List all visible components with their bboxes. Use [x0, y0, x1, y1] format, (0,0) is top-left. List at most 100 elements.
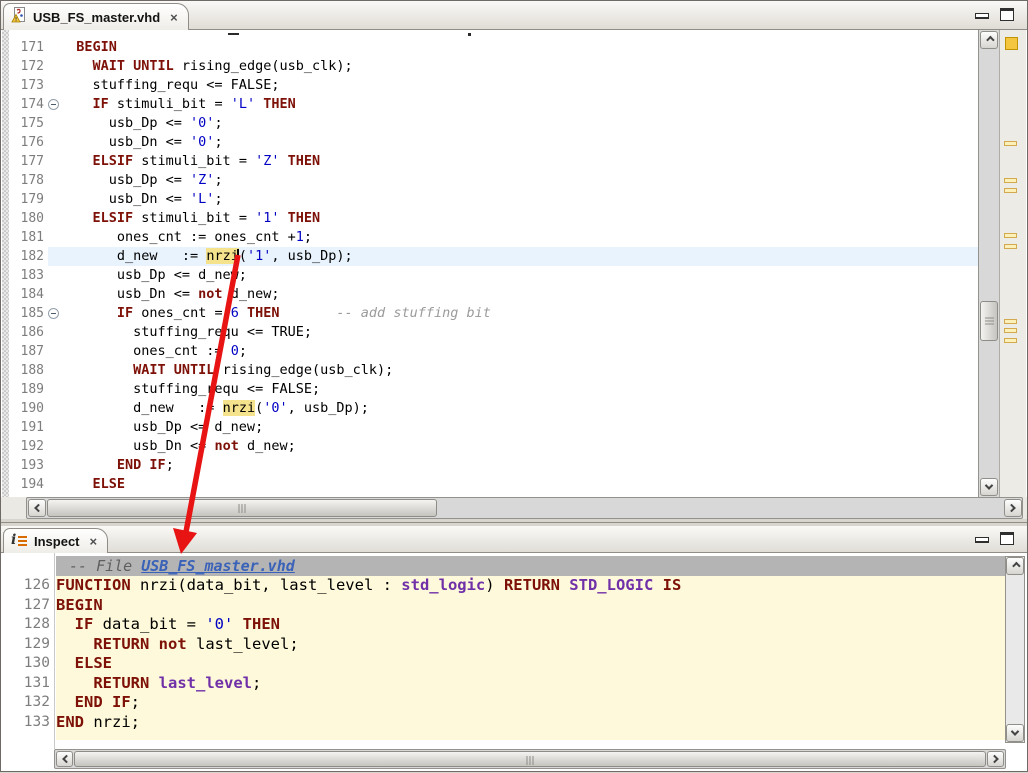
code-line[interactable]: usb_Dp <= 'Z'; — [60, 171, 223, 190]
thumb-grip — [527, 756, 534, 765]
occurrence-marker[interactable] — [1004, 141, 1017, 146]
inspect-minimize-button[interactable] — [975, 537, 989, 543]
code-viewport[interactable]: BEGIN WAIT UNTIL rising_edge(usb_clk); s… — [60, 30, 978, 497]
code-line[interactable]: IF stimuli_bit = 'L' THEN — [60, 95, 296, 114]
editor-pane: USB_FS_master.vhd × 17117217317417517617… — [1, 1, 1027, 523]
inspect-hscroll-thumb[interactable] — [74, 751, 986, 767]
inspect-pane: i Inspect × 126127128129130131132133 -- … — [1, 526, 1027, 771]
scroll-up-button[interactable] — [980, 31, 998, 49]
code-line[interactable]: usb_Dn <= not d_new; — [60, 285, 279, 304]
thumb-grip — [239, 504, 246, 513]
code-line[interactable]: BEGIN — [60, 38, 117, 57]
line-number: 126 — [24, 576, 50, 596]
line-number: 133 — [24, 713, 50, 733]
inspect-tab-title: Inspect — [34, 534, 80, 549]
occurrence-marker[interactable] — [1004, 178, 1017, 183]
editor-maximize-button[interactable] — [1000, 8, 1014, 21]
code-line[interactable]: WAIT UNTIL rising_edge(usb_clk); — [60, 57, 353, 76]
inspect-code-line: RETURN not last_level; — [56, 635, 299, 655]
inspect-tab-close-icon[interactable]: × — [90, 535, 98, 548]
code-line[interactable]: ELSIF stimuli_bit = '1' THEN — [60, 209, 320, 228]
chevron-right-icon — [990, 755, 998, 763]
editor-horizontal-scrollbar[interactable] — [1, 497, 1027, 519]
occurrence-highlight: nrzi — [206, 248, 239, 264]
editor-vertical-scrollbar[interactable] — [978, 30, 1000, 497]
occurrence-marker[interactable] — [1004, 319, 1017, 324]
inspect-content: 126127128129130131132133 -- File USB_FS_… — [1, 553, 1027, 770]
editor-tab-close-icon[interactable]: × — [170, 11, 178, 24]
inspect-view-icon: i — [11, 534, 28, 548]
code-line[interactable]: usb_Dp <= '0'; — [60, 114, 223, 133]
inspect-horizontal-scrollbar[interactable] — [1, 749, 1027, 771]
scroll-up-button[interactable] — [1006, 557, 1024, 575]
code-line[interactable]: d_new := nrzi('1', usb_Dp); — [60, 247, 353, 266]
scroll-left-button[interactable] — [56, 751, 73, 767]
inspect-code-line: IF data_bit = '0' THEN — [56, 615, 280, 635]
vhdl-file-warning-icon — [11, 7, 27, 28]
code-line[interactable]: stuffing_requ <= FALSE; — [60, 380, 320, 399]
overview-ruler[interactable] — [999, 30, 1026, 497]
occurrence-marker[interactable] — [1004, 188, 1017, 193]
inspect-tab[interactable]: i Inspect × — [3, 528, 108, 553]
scroll-left-button[interactable] — [28, 499, 46, 517]
inspect-tabstrip: i Inspect × — [1, 526, 1027, 553]
editor-tab-title: USB_FS_master.vhd — [33, 10, 160, 25]
inspect-code-line: RETURN last_level; — [56, 674, 261, 694]
inspect-code-line: BEGIN — [56, 596, 103, 616]
clipped-line-fragment — [468, 33, 471, 36]
chevron-left-icon — [62, 755, 70, 763]
overview-ruler-header — [1005, 37, 1018, 50]
code-line[interactable]: ones_cnt := 0; — [60, 342, 247, 361]
code-line[interactable]: END IF; — [60, 456, 174, 475]
code-line[interactable]: stuffing_requ <= FALSE; — [60, 76, 279, 95]
code-line[interactable]: usb_Dn <= '0'; — [60, 133, 223, 152]
code-line[interactable]: usb_Dn <= not d_new; — [60, 437, 296, 456]
editor-hscroll-thumb[interactable] — [47, 499, 437, 517]
chevron-up-icon — [986, 36, 994, 44]
chevron-right-icon — [1007, 504, 1015, 512]
code-line[interactable]: stuffing_requ <= TRUE; — [60, 323, 312, 342]
code-line[interactable]: d_new := nrzi('0', usb_Dp); — [60, 399, 369, 418]
editor-tab-usb-fs-master[interactable]: USB_FS_master.vhd × — [3, 3, 189, 30]
fold-collapse-icon[interactable] — [48, 99, 59, 110]
occurrence-highlight: nrzi — [223, 400, 256, 416]
inspect-maximize-button[interactable] — [1000, 532, 1014, 545]
occurrence-marker[interactable] — [1004, 328, 1017, 333]
application-window: USB_FS_master.vhd × 17117217317417517617… — [0, 0, 1028, 772]
line-number: 129 — [24, 635, 50, 655]
inspect-line-number-ruler: 126127128129130131132133 — [1, 553, 55, 769]
editor-tabstrip: USB_FS_master.vhd × — [1, 1, 1027, 30]
clipped-line-fragment — [228, 33, 239, 35]
editor-minimize-button[interactable] — [975, 13, 989, 19]
occurrence-marker[interactable] — [1004, 233, 1017, 238]
code-line[interactable]: usb_Dn <= 'L'; — [60, 190, 223, 209]
chevron-down-icon — [1011, 727, 1019, 735]
code-line[interactable]: usb_Dp <= d_new; — [60, 266, 247, 285]
scroll-right-button[interactable] — [1004, 499, 1022, 517]
scroll-down-button[interactable] — [1006, 724, 1024, 742]
fold-collapse-icon[interactable] — [48, 308, 59, 319]
code-line[interactable]: ones_cnt := ones_cnt +1; — [60, 228, 312, 247]
code-line[interactable]: usb_Dp <= d_new; — [60, 418, 263, 437]
chevron-up-icon — [1012, 562, 1020, 570]
occurrence-marker[interactable] — [1004, 244, 1017, 249]
editor-text-area: 1711721731741751761771781791801811821831… — [1, 30, 1027, 497]
line-number: 132 — [24, 693, 50, 713]
inspect-code-line: END IF; — [56, 693, 140, 713]
line-number: 130 — [24, 654, 50, 674]
inspect-code-line: END nrzi; — [56, 713, 140, 733]
inspect-vertical-scrollbar[interactable] — [1005, 556, 1025, 743]
inspect-code-viewport[interactable]: FUNCTION nrzi(data_bit, last_level : std… — [56, 553, 1005, 743]
code-line[interactable]: ELSE — [60, 475, 125, 494]
code-line[interactable]: ELSIF stimuli_bit = 'Z' THEN — [60, 152, 320, 171]
inspect-code-line: ELSE — [56, 654, 112, 674]
occurrence-marker[interactable] — [1004, 338, 1017, 343]
line-number: 131 — [24, 674, 50, 694]
code-line[interactable]: WAIT UNTIL rising_edge(usb_clk); — [60, 361, 393, 380]
editor-vscroll-thumb[interactable] — [980, 301, 998, 341]
scroll-right-button[interactable] — [987, 751, 1004, 767]
text-caret — [237, 249, 239, 264]
code-line[interactable]: IF ones_cnt = 6 THEN -- add stuffing bit — [60, 304, 491, 323]
scroll-down-button[interactable] — [980, 478, 998, 496]
chevron-down-icon — [985, 481, 993, 489]
